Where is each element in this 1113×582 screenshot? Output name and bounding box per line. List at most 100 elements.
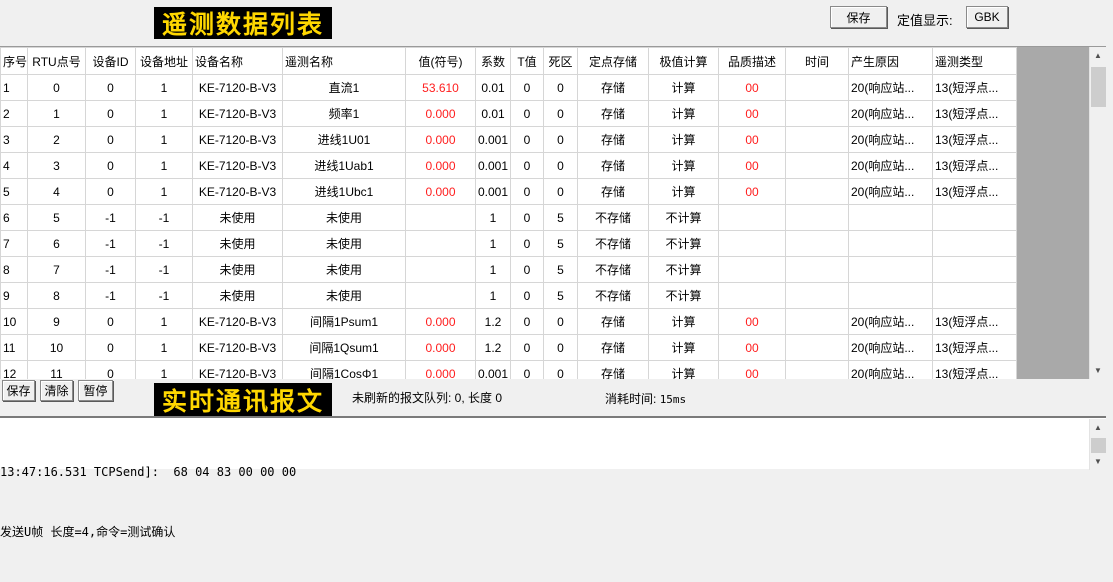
column-header[interactable]: RTU点号 (28, 48, 86, 75)
cell (719, 231, 786, 257)
cell: 0 (544, 309, 578, 335)
scroll-down-icon[interactable]: ▼ (1090, 362, 1106, 379)
cell (933, 205, 1017, 231)
cell: 不计算 (649, 205, 719, 231)
column-header[interactable]: 产生原因 (849, 48, 933, 75)
cell: 13(短浮点... (933, 127, 1017, 153)
log-vertical-scrollbar[interactable]: ▲ ▼ (1089, 419, 1106, 470)
cell: -1 (136, 205, 193, 231)
cell: 未使用 (283, 283, 406, 309)
cell: 10 (1, 309, 28, 335)
cell: 直流1 (283, 75, 406, 101)
cell (849, 205, 933, 231)
cell: 13(短浮点... (933, 153, 1017, 179)
cell: 20(响应站... (849, 179, 933, 205)
cell: 1 (476, 257, 511, 283)
column-header[interactable]: 遥测类型 (933, 48, 1017, 75)
table-row[interactable]: 87-1-1未使用未使用105不存储不计算 (1, 257, 1017, 283)
column-header[interactable]: T值 (511, 48, 544, 75)
cell: KE-7120-B-V3 (193, 153, 283, 179)
cell (406, 205, 476, 231)
log-clear-button[interactable]: 清除 (40, 380, 73, 401)
cell: 00 (719, 309, 786, 335)
column-header[interactable]: 时间 (786, 48, 849, 75)
table-row[interactable]: 76-1-1未使用未使用105不存储不计算 (1, 231, 1017, 257)
cell: 00 (719, 75, 786, 101)
cell: 1 (136, 309, 193, 335)
cell: 频率1 (283, 101, 406, 127)
scroll-up-icon[interactable]: ▲ (1090, 47, 1106, 64)
column-header[interactable]: 序号 (1, 48, 28, 75)
unrefreshed-queue-status: 未刷新的报文队列: 0, 长度 0 (352, 389, 502, 406)
table-scrollbar-thumb[interactable] (1091, 67, 1106, 107)
cell (719, 283, 786, 309)
elapsed-time-label: 消耗时间: (605, 392, 656, 406)
table-row[interactable]: 111001KE-7120-B-V3间隔1Qsum10.0001.200存储计算… (1, 335, 1017, 361)
communication-log-pane[interactable]: 13:47:16.531 TCPSend]: 68 04 83 00 00 00… (0, 416, 1106, 469)
log-save-button[interactable]: 保存 (2, 380, 35, 401)
scroll-down-icon[interactable]: ▼ (1090, 453, 1106, 470)
column-header[interactable]: 设备名称 (193, 48, 283, 75)
scroll-up-icon[interactable]: ▲ (1090, 419, 1106, 436)
cell: 计算 (649, 153, 719, 179)
cell: 7 (28, 257, 86, 283)
cell: 0 (511, 257, 544, 283)
column-header[interactable]: 死区 (544, 48, 578, 75)
cell: 20(响应站... (849, 153, 933, 179)
column-header[interactable]: 值(符号) (406, 48, 476, 75)
cell: 13(短浮点... (933, 335, 1017, 361)
cell: 00 (719, 179, 786, 205)
cell (786, 75, 849, 101)
cell: 13(短浮点... (933, 101, 1017, 127)
cell: 计算 (649, 309, 719, 335)
cell: KE-7120-B-V3 (193, 127, 283, 153)
cell: 4 (28, 179, 86, 205)
cell (786, 153, 849, 179)
cell: 13(短浮点... (933, 75, 1017, 101)
cell: 20(响应站... (849, 75, 933, 101)
cell: 间隔1Psum1 (283, 309, 406, 335)
cell: 间隔1CosΦ1 (283, 361, 406, 380)
column-header[interactable]: 定点存储 (578, 48, 649, 75)
cell: 4 (1, 153, 28, 179)
cell: 进线1Uab1 (283, 153, 406, 179)
column-header[interactable]: 极值计算 (649, 48, 719, 75)
cell: 计算 (649, 179, 719, 205)
cell (786, 205, 849, 231)
elapsed-time-status: 消耗时间: 15ms (605, 390, 686, 407)
table-row[interactable]: 98-1-1未使用未使用105不存储不计算 (1, 283, 1017, 309)
cell: 0 (511, 283, 544, 309)
column-header[interactable]: 系数 (476, 48, 511, 75)
log-scrollbar-thumb[interactable] (1091, 438, 1106, 453)
log-pause-button[interactable]: 暂停 (78, 380, 113, 401)
table-row[interactable]: 121101KE-7120-B-V3间隔1CosΦ10.0000.00100存储… (1, 361, 1017, 380)
cell: 0.001 (476, 361, 511, 380)
cell: 0 (511, 179, 544, 205)
column-header[interactable]: 设备地址 (136, 48, 193, 75)
cell: 未使用 (283, 205, 406, 231)
encoding-gbk-button[interactable]: GBK (966, 6, 1008, 28)
table-row[interactable]: 2101KE-7120-B-V3频率10.0000.0100存储计算0020(响… (1, 101, 1017, 127)
table-row[interactable]: 5401KE-7120-B-V3进线1Ubc10.0000.00100存储计算0… (1, 179, 1017, 205)
table-row[interactable]: 4301KE-7120-B-V3进线1Uab10.0000.00100存储计算0… (1, 153, 1017, 179)
cell: 0 (544, 335, 578, 361)
cell (719, 257, 786, 283)
save-button[interactable]: 保存 (830, 6, 887, 28)
cell: 0.000 (406, 335, 476, 361)
table-row[interactable]: 1001KE-7120-B-V3直流153.6100.0100存储计算0020(… (1, 75, 1017, 101)
column-header[interactable]: 遥测名称 (283, 48, 406, 75)
table-row[interactable]: 3201KE-7120-B-V3进线1U010.0000.00100存储计算00… (1, 127, 1017, 153)
cell: 5 (544, 231, 578, 257)
cell: 11 (1, 335, 28, 361)
table-row[interactable]: 10901KE-7120-B-V3间隔1Psum10.0001.200存储计算0… (1, 309, 1017, 335)
table-row[interactable]: 65-1-1未使用未使用105不存储不计算 (1, 205, 1017, 231)
cell: 0 (86, 75, 136, 101)
cell: 20(响应站... (849, 127, 933, 153)
cell: 00 (719, 101, 786, 127)
cell: 0 (511, 231, 544, 257)
cell: 0.000 (406, 101, 476, 127)
column-header[interactable]: 设备ID (86, 48, 136, 75)
cell (786, 179, 849, 205)
column-header[interactable]: 品质描述 (719, 48, 786, 75)
table-vertical-scrollbar[interactable]: ▲ ▼ (1089, 47, 1106, 379)
